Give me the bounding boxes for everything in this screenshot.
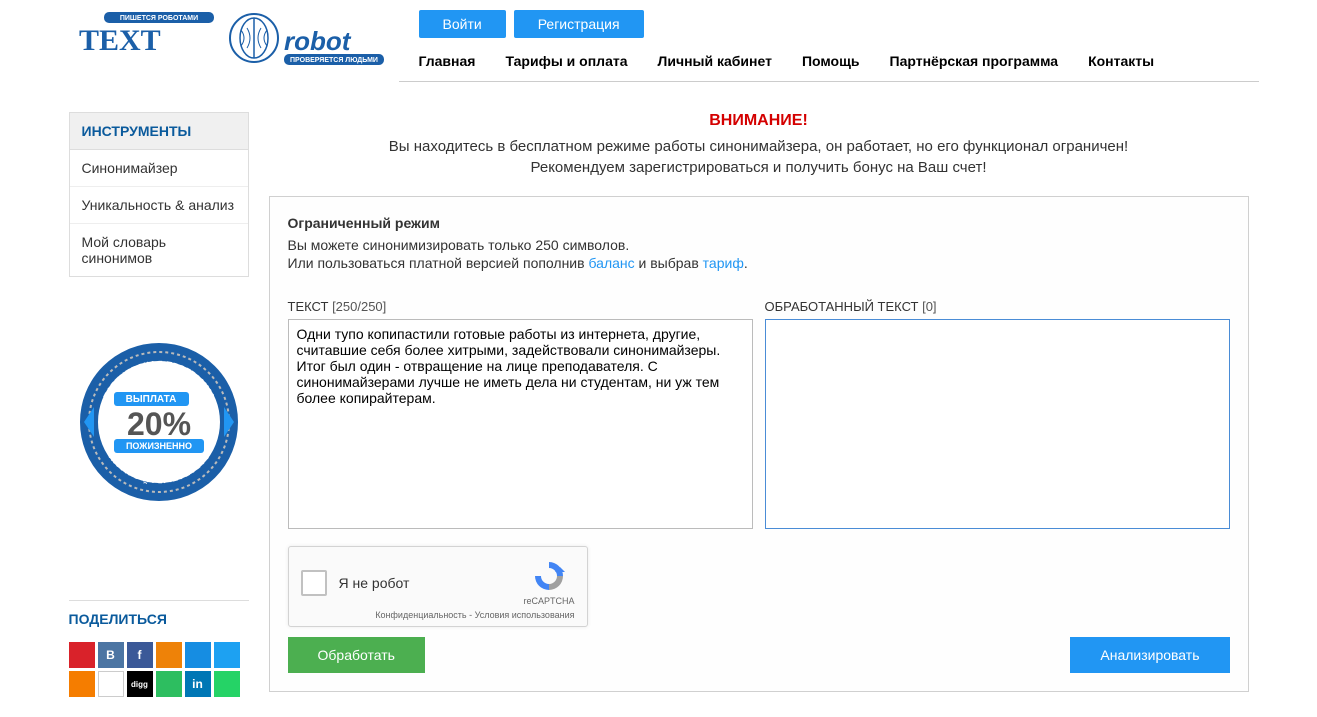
share-icons: Bf digg in (69, 642, 249, 697)
affiliate-badge[interactable]: ПАРТНЕРСКАЯ ПРОГРАММА ЗАРАБАТЫВАЙ С НАМИ… (69, 337, 249, 510)
work-panel: Ограниченный режим Вы можете синонимизир… (269, 196, 1249, 692)
svg-text:ПРОВЕРЯЕТСЯ ЛЮДЬМИ: ПРОВЕРЯЕТСЯ ЛЮДЬМИ (290, 57, 378, 64)
attention-line2: Рекомендуем зарегистрироваться и получит… (269, 159, 1249, 176)
recaptcha-icon (532, 559, 566, 593)
tools-header: ИНСТРУМЕНТЫ (70, 113, 248, 150)
output-label: ОБРАБОТАННЫЙ ТЕКСТ [0] (765, 299, 1230, 314)
nav-help[interactable]: Помощь (802, 53, 860, 69)
share-icon-1[interactable]: B (98, 642, 124, 668)
nav-tariffs[interactable]: Тарифы и оплата (505, 53, 627, 69)
nav-account[interactable]: Личный кабинет (658, 53, 772, 69)
svg-text:robot: robot (284, 26, 352, 56)
balance-link[interactable]: баланс (588, 255, 634, 271)
limit-line1: Вы можете синонимизировать только 250 си… (288, 237, 1230, 253)
recaptcha-brand: reCAPTCHA (523, 596, 574, 606)
share-icon-10[interactable]: in (185, 671, 211, 697)
svg-text:TEXT: TEXT (79, 24, 161, 57)
nav-home[interactable]: Главная (419, 53, 476, 69)
attention-title: ВНИМАНИЕ! (269, 112, 1249, 130)
nav-contacts[interactable]: Контакты (1088, 53, 1154, 69)
recaptcha-checkbox[interactable] (301, 570, 327, 596)
main-nav: Главная Тарифы и оплата Личный кабинет П… (399, 53, 1259, 82)
tool-synonymizer[interactable]: Синонимайзер (70, 150, 248, 187)
process-button[interactable]: Обработать (288, 637, 425, 673)
share-icon-6[interactable] (69, 671, 95, 697)
svg-text:ВЫПЛАТА: ВЫПЛАТА (125, 394, 176, 405)
svg-text:20%: 20% (126, 406, 190, 442)
svg-text:ПОЖИЗНЕННО: ПОЖИЗНЕННО (125, 441, 191, 451)
tool-dictionary[interactable]: Мой словарь синонимов (70, 224, 248, 276)
attention-block: ВНИМАНИЕ! Вы находитесь в бесплатном реж… (269, 112, 1249, 176)
limit-line2: Или пользоваться платной версией пополни… (288, 255, 1230, 271)
input-textarea[interactable] (288, 319, 753, 529)
share-icon-2[interactable]: f (127, 642, 153, 668)
share-icon-7[interactable] (98, 671, 124, 697)
share-icon-9[interactable] (156, 671, 182, 697)
recaptcha-label: Я не робот (339, 575, 410, 591)
share-icon-3[interactable] (156, 642, 182, 668)
limit-title: Ограниченный режим (288, 215, 1230, 231)
analyze-button[interactable]: Анализировать (1070, 637, 1229, 673)
recaptcha[interactable]: Я не робот reCAPTCHA (288, 546, 588, 627)
share-icon-0[interactable] (69, 642, 95, 668)
share-icon-11[interactable] (214, 671, 240, 697)
tools-box: ИНСТРУМЕНТЫ Синонимайзер Уникальность & … (69, 112, 249, 277)
share-icon-8[interactable]: digg (127, 671, 153, 697)
recaptcha-terms[interactable]: Конфиденциальность - Условия использован… (301, 610, 575, 620)
share-icon-4[interactable] (185, 642, 211, 668)
tariff-link[interactable]: тариф (703, 255, 744, 271)
attention-line1: Вы находитесь в бесплатном режиме работы… (269, 138, 1249, 155)
share-icon-5[interactable] (214, 642, 240, 668)
register-button[interactable]: Регистрация (514, 10, 644, 38)
output-textarea[interactable] (765, 319, 1230, 529)
logo[interactable]: ПИШЕТСЯ РОБОТАМИ TEXT robot ПРОВЕРЯЕТСЯ … (59, 10, 399, 73)
svg-text:ПИШЕТСЯ РОБОТАМИ: ПИШЕТСЯ РОБОТАМИ (119, 15, 197, 22)
input-label: ТЕКСТ [250/250] (288, 299, 753, 314)
login-button[interactable]: Войти (419, 10, 506, 38)
tool-uniqueness[interactable]: Уникальность & анализ (70, 187, 248, 224)
nav-affiliate[interactable]: Партнёрская программа (890, 53, 1059, 69)
share-header: ПОДЕЛИТЬСЯ (69, 600, 249, 637)
